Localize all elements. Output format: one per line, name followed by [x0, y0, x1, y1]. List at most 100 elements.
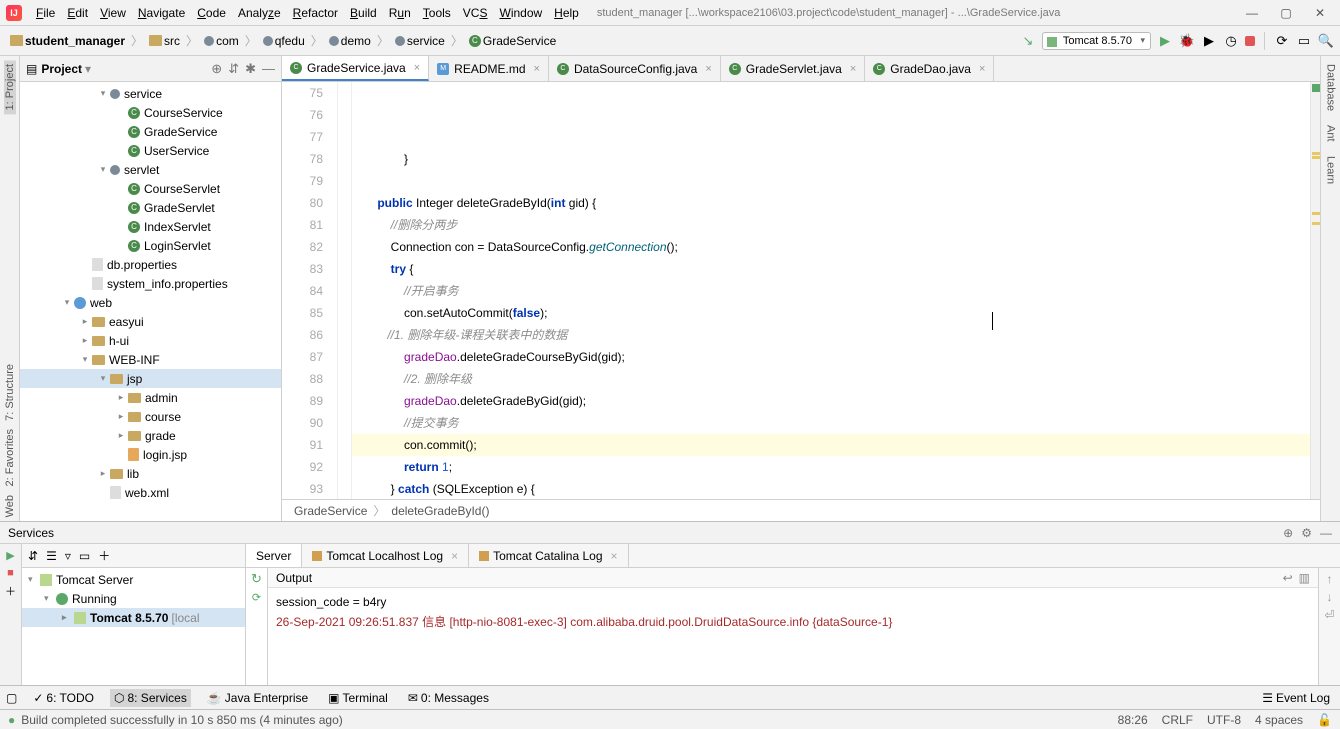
- close-tab-icon[interactable]: ×: [850, 63, 856, 75]
- menu-navigate[interactable]: Navigate: [132, 3, 191, 23]
- ant-tool-button[interactable]: Ant: [1325, 121, 1337, 146]
- close-tab-icon[interactable]: ×: [979, 63, 985, 75]
- close-tab-icon[interactable]: ×: [451, 549, 458, 563]
- locate-icon[interactable]: ⊕: [211, 61, 222, 77]
- expand-icon[interactable]: ⇵: [28, 549, 38, 563]
- build-icon[interactable]: ↘: [1020, 33, 1036, 49]
- git-history-icon[interactable]: ▭: [1296, 33, 1312, 49]
- tree-node-service[interactable]: ▾service: [20, 84, 281, 103]
- crumb-service[interactable]: service: [391, 34, 449, 48]
- services-tree[interactable]: ▾Tomcat Server ▾Running ▸Tomcat 8.5.70 […: [22, 568, 245, 685]
- close-tab-icon[interactable]: ×: [611, 549, 618, 563]
- database-tool-button[interactable]: Database: [1325, 60, 1337, 115]
- messages-tool-button[interactable]: ✉ 0: Messages: [404, 689, 493, 707]
- add-service-icon[interactable]: ＋: [4, 584, 18, 598]
- terminal-tool-button[interactable]: ▣ Terminal: [324, 689, 392, 707]
- services-tab-catalina-log[interactable]: Tomcat Catalina Log×: [469, 544, 628, 567]
- services-tab-server[interactable]: Server: [246, 544, 302, 567]
- tree-node-gradeservlet[interactable]: CGradeServlet: [20, 198, 281, 217]
- git-update-icon[interactable]: ⟳: [1274, 33, 1290, 49]
- tree-node-webxml[interactable]: web.xml: [20, 483, 281, 502]
- tree-node-jsp[interactable]: ▾jsp: [20, 369, 281, 388]
- menu-edit[interactable]: Edit: [61, 3, 94, 23]
- crumb-class[interactable]: C GradeService: [465, 34, 560, 48]
- crumb-qfedu[interactable]: qfedu: [259, 34, 309, 48]
- stop-server-icon[interactable]: ■: [4, 566, 18, 580]
- tab-gradedao[interactable]: CGradeDao.java×: [865, 56, 994, 81]
- tree-node-hui[interactable]: ▸h-ui: [20, 331, 281, 350]
- tree-node-easyui[interactable]: ▸easyui: [20, 312, 281, 331]
- tree-node-admin[interactable]: ▸admin: [20, 388, 281, 407]
- project-tree[interactable]: ▾service CCourseService CGradeService CU…: [20, 82, 281, 521]
- wrap-icon[interactable]: ↩: [1283, 571, 1293, 585]
- stop-button[interactable]: [1245, 36, 1255, 46]
- tree-node-lib[interactable]: ▸lib: [20, 464, 281, 483]
- close-tab-icon[interactable]: ×: [705, 63, 711, 75]
- crumb-project[interactable]: student_manager: [6, 34, 129, 48]
- crumb-src[interactable]: src: [145, 34, 184, 48]
- coverage-button[interactable]: ▶: [1201, 33, 1217, 49]
- tree-node-indexservlet[interactable]: CIndexServlet: [20, 217, 281, 236]
- group-icon[interactable]: ☰: [46, 549, 57, 563]
- crumb-method[interactable]: deleteGradeById(): [391, 504, 489, 518]
- code-editor[interactable]: 75767778798081828384858687888990919293 }…: [282, 82, 1320, 499]
- wrap-toggle-icon[interactable]: ⏎: [1324, 608, 1334, 622]
- close-window-button[interactable]: ✕: [1312, 5, 1328, 21]
- menu-file[interactable]: File: [30, 3, 61, 23]
- tree-node-grade[interactable]: ▸grade: [20, 426, 281, 445]
- down-icon[interactable]: ↓: [1327, 590, 1333, 604]
- java-ee-tool-button[interactable]: ☕ Java Enterprise: [203, 689, 312, 707]
- hide-panel-icon[interactable]: —: [262, 61, 275, 77]
- tree-node-course[interactable]: ▸course: [20, 407, 281, 426]
- menu-vcs[interactable]: VCS: [457, 3, 494, 23]
- maximize-button[interactable]: ▢: [1278, 5, 1294, 21]
- fold-gutter[interactable]: [338, 82, 352, 499]
- warn-marker[interactable]: [1312, 222, 1320, 225]
- add-icon[interactable]: ＋: [98, 547, 110, 564]
- expand-all-icon[interactable]: ⇵: [228, 61, 239, 77]
- tree-node-dbprops[interactable]: db.properties: [20, 255, 281, 274]
- tree-node-web[interactable]: ▾web: [20, 293, 281, 312]
- services-tab-localhost-log[interactable]: Tomcat Localhost Log×: [302, 544, 469, 567]
- services-node-running[interactable]: ▾Running: [22, 589, 245, 608]
- tree-node-userservice[interactable]: CUserService: [20, 141, 281, 160]
- tree-node-servlet[interactable]: ▾servlet: [20, 160, 281, 179]
- tree-node-loginjsp[interactable]: login.jsp: [20, 445, 281, 464]
- update-icon[interactable]: ⟳: [250, 590, 264, 604]
- tree-node-gradeservice[interactable]: CGradeService: [20, 122, 281, 141]
- services-settings-icon[interactable]: ⊕: [1283, 526, 1293, 540]
- favorites-tool-button[interactable]: 2: Favorites: [4, 425, 16, 490]
- crumb-demo[interactable]: demo: [325, 34, 375, 48]
- warn-marker[interactable]: [1312, 212, 1320, 215]
- menu-help[interactable]: Help: [548, 3, 585, 23]
- services-tool-button[interactable]: ⬡ 8: Services: [110, 689, 191, 707]
- settings-icon[interactable]: ✱: [245, 61, 256, 77]
- minimize-button[interactable]: —: [1244, 5, 1260, 21]
- run-config-select[interactable]: Tomcat 8.5.70: [1042, 32, 1151, 50]
- crumb-class[interactable]: GradeService: [294, 504, 367, 518]
- tree-node-sysprops[interactable]: system_info.properties: [20, 274, 281, 293]
- services-hide-icon[interactable]: —: [1320, 526, 1332, 540]
- project-view-select[interactable]: ▤: [26, 62, 37, 76]
- services-node-instance[interactable]: ▸Tomcat 8.5.70 [local: [22, 608, 245, 627]
- project-tool-button[interactable]: 1: Project: [4, 60, 16, 114]
- web-tool-button[interactable]: Web: [4, 491, 16, 521]
- services-gear-icon[interactable]: ⚙: [1301, 526, 1312, 540]
- tab-gradeservice[interactable]: CGradeService.java×: [282, 56, 429, 81]
- menu-tools[interactable]: Tools: [417, 3, 457, 23]
- todo-tool-button[interactable]: ✓ 6: TODO: [29, 689, 98, 707]
- tab-readme[interactable]: MREADME.md×: [429, 56, 549, 81]
- console-output[interactable]: session_code = b4ry26-Sep-2021 09:26:51.…: [268, 588, 1318, 685]
- tree-node-loginservlet[interactable]: CLoginServlet: [20, 236, 281, 255]
- close-tab-icon[interactable]: ×: [414, 62, 420, 74]
- profile-button[interactable]: ◷: [1223, 33, 1239, 49]
- scroll-icon[interactable]: ▥: [1299, 571, 1310, 585]
- services-node-tomcat[interactable]: ▾Tomcat Server: [22, 570, 245, 589]
- menu-view[interactable]: View: [94, 3, 132, 23]
- menu-run[interactable]: Run: [383, 3, 417, 23]
- warn-marker[interactable]: [1312, 152, 1320, 155]
- tool-windows-icon[interactable]: ▢: [6, 691, 17, 705]
- menu-code[interactable]: Code: [191, 3, 232, 23]
- menu-refactor[interactable]: Refactor: [287, 3, 344, 23]
- structure-tool-button[interactable]: 7: Structure: [4, 360, 16, 425]
